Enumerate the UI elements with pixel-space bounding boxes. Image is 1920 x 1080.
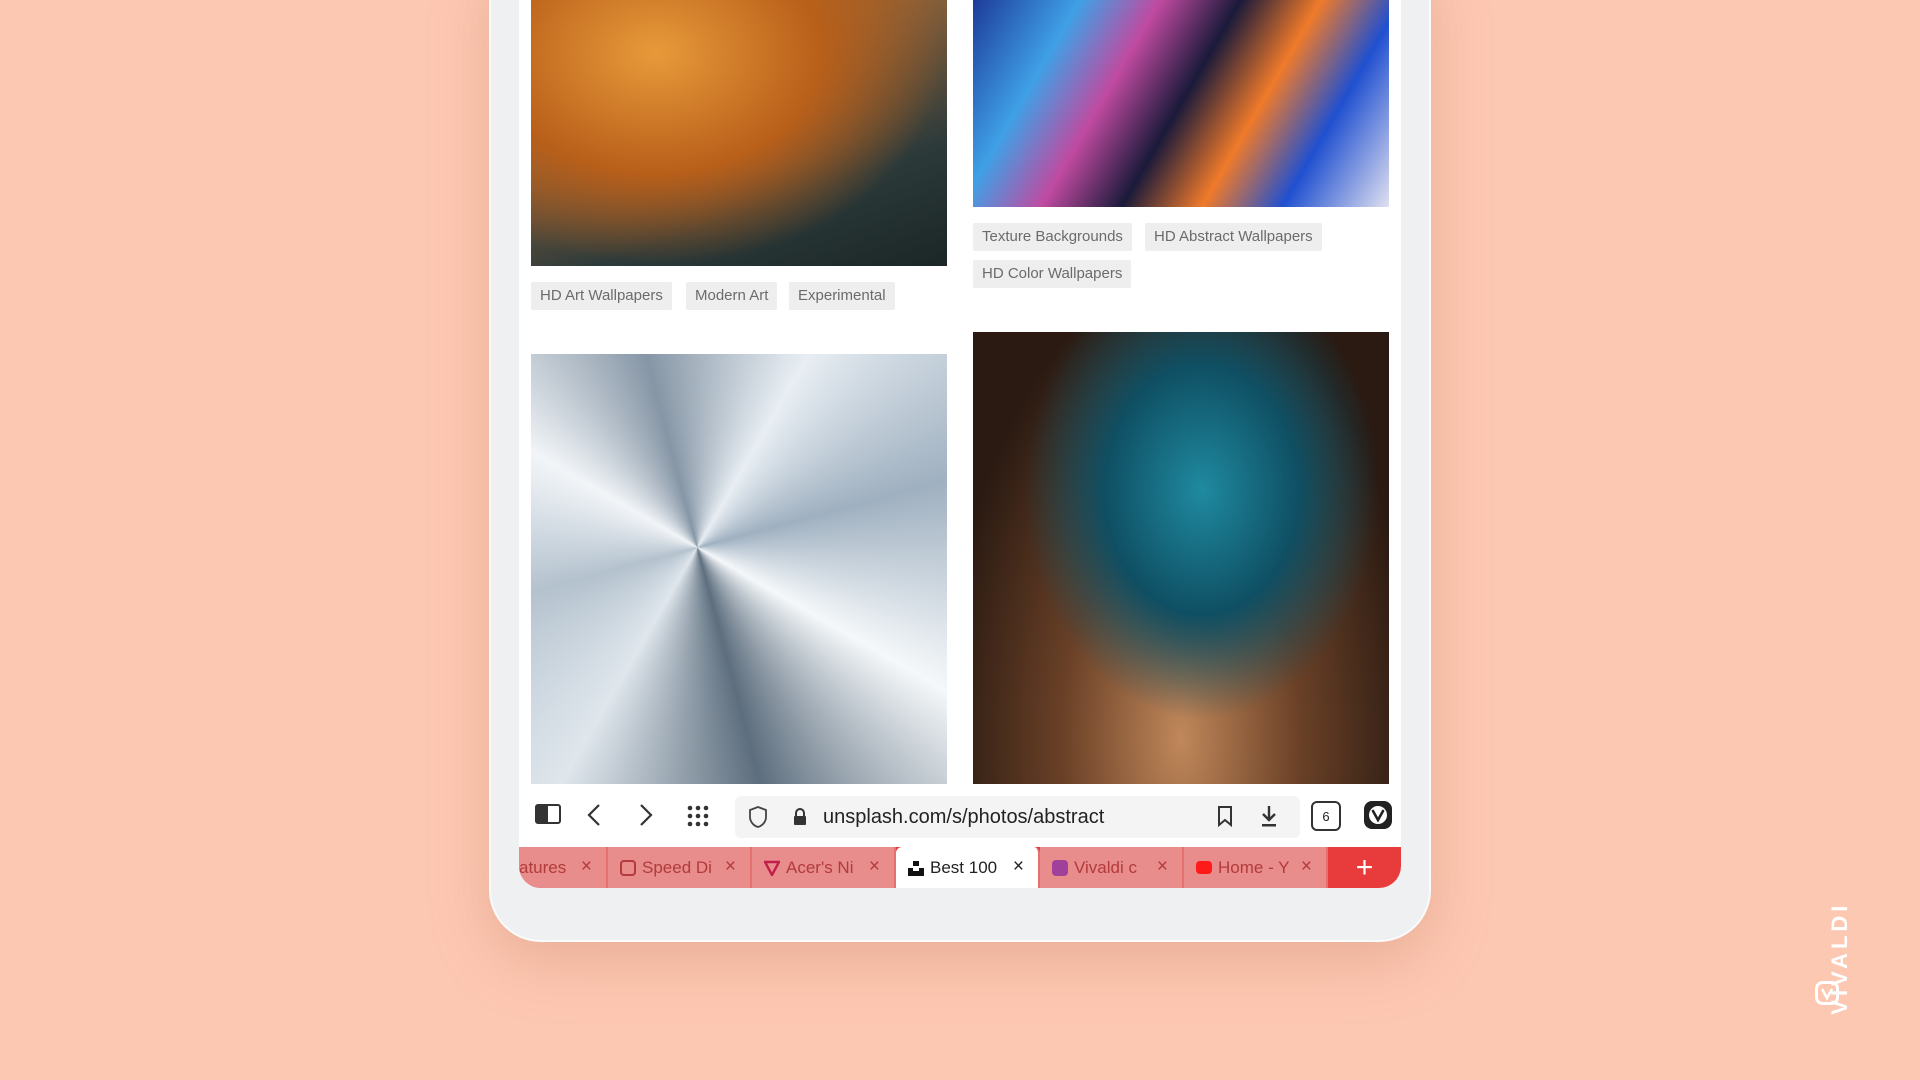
tab[interactable]: Home - Y × <box>1184 847 1328 888</box>
photo-abstract-orange[interactable] <box>531 0 947 266</box>
youtube-icon <box>1196 861 1212 874</box>
lock-icon <box>793 808 807 826</box>
close-tab-icon[interactable]: × <box>725 856 736 878</box>
tab-title: Vivaldi c <box>1074 857 1137 877</box>
tab-title: Home - Y <box>1218 857 1290 877</box>
tag[interactable]: Texture Backgrounds <box>973 223 1132 251</box>
tag[interactable]: Modern Art <box>686 282 778 310</box>
unsplash-icon <box>908 860 924 876</box>
tab[interactable]: atures × <box>519 847 608 888</box>
tab[interactable]: Vivaldi c × <box>1040 847 1184 888</box>
close-tab-icon[interactable]: × <box>1013 856 1024 878</box>
photo-teal-bronze-bubbles[interactable] <box>973 332 1389 784</box>
url-text: unsplash.com/s/photos/abstract <box>823 806 1105 828</box>
vivaldi-icon <box>1052 859 1068 876</box>
close-tab-icon[interactable]: × <box>869 856 880 878</box>
tab[interactable]: Acer's Ni × <box>752 847 896 888</box>
tab-bar: atures × Speed Di × Acer's Ni × Best 100 × V… <box>519 847 1401 888</box>
back-icon[interactable] <box>581 801 607 829</box>
vivaldi-menu-icon[interactable] <box>1364 801 1392 829</box>
tag[interactable]: Experimental <box>789 282 895 310</box>
vivaldi-v-icon <box>762 860 782 878</box>
speed-dial-grid-icon[interactable] <box>685 803 711 829</box>
bookmark-icon[interactable] <box>1215 804 1235 828</box>
bottom-toolbar: unsplash.com/s/photos/abstract 6 <box>519 784 1401 847</box>
tag[interactable]: HD Color Wallpapers <box>973 260 1132 288</box>
download-icon[interactable] <box>1259 804 1279 828</box>
tab-title: Best 100 <box>930 857 998 877</box>
tab-switcher-button[interactable]: 6 <box>1311 801 1341 831</box>
tab[interactable]: Speed Di × <box>608 847 752 888</box>
tag[interactable]: HD Abstract Wallpapers <box>1145 223 1322 251</box>
vivaldi-brand-logo: VIVALDI <box>1812 845 1852 1015</box>
tab-title: Acer's Ni <box>786 857 854 877</box>
close-tab-icon[interactable]: × <box>1301 856 1312 878</box>
forward-icon[interactable] <box>633 801 659 829</box>
photo-holographic-foil[interactable] <box>973 0 1389 207</box>
tab-title: Speed Di <box>642 857 712 877</box>
browser-screen: HD Art Wallpapers Modern Art Experimenta… <box>519 0 1401 888</box>
tab-active[interactable]: Best 100 × <box>896 847 1040 888</box>
panel-toggle-icon[interactable] <box>535 803 561 825</box>
vivaldi-icon <box>620 859 636 876</box>
close-tab-icon[interactable]: × <box>581 856 592 878</box>
photo-geometric-triangles[interactable] <box>531 354 947 784</box>
close-tab-icon[interactable]: × <box>1157 856 1168 878</box>
shield-icon[interactable] <box>747 805 769 829</box>
tag[interactable]: HD Art Wallpapers <box>531 282 672 310</box>
vivaldi-logo-icon <box>1815 981 1839 1005</box>
tab-title: atures <box>519 857 567 877</box>
new-tab-button[interactable]: + <box>1328 847 1401 888</box>
